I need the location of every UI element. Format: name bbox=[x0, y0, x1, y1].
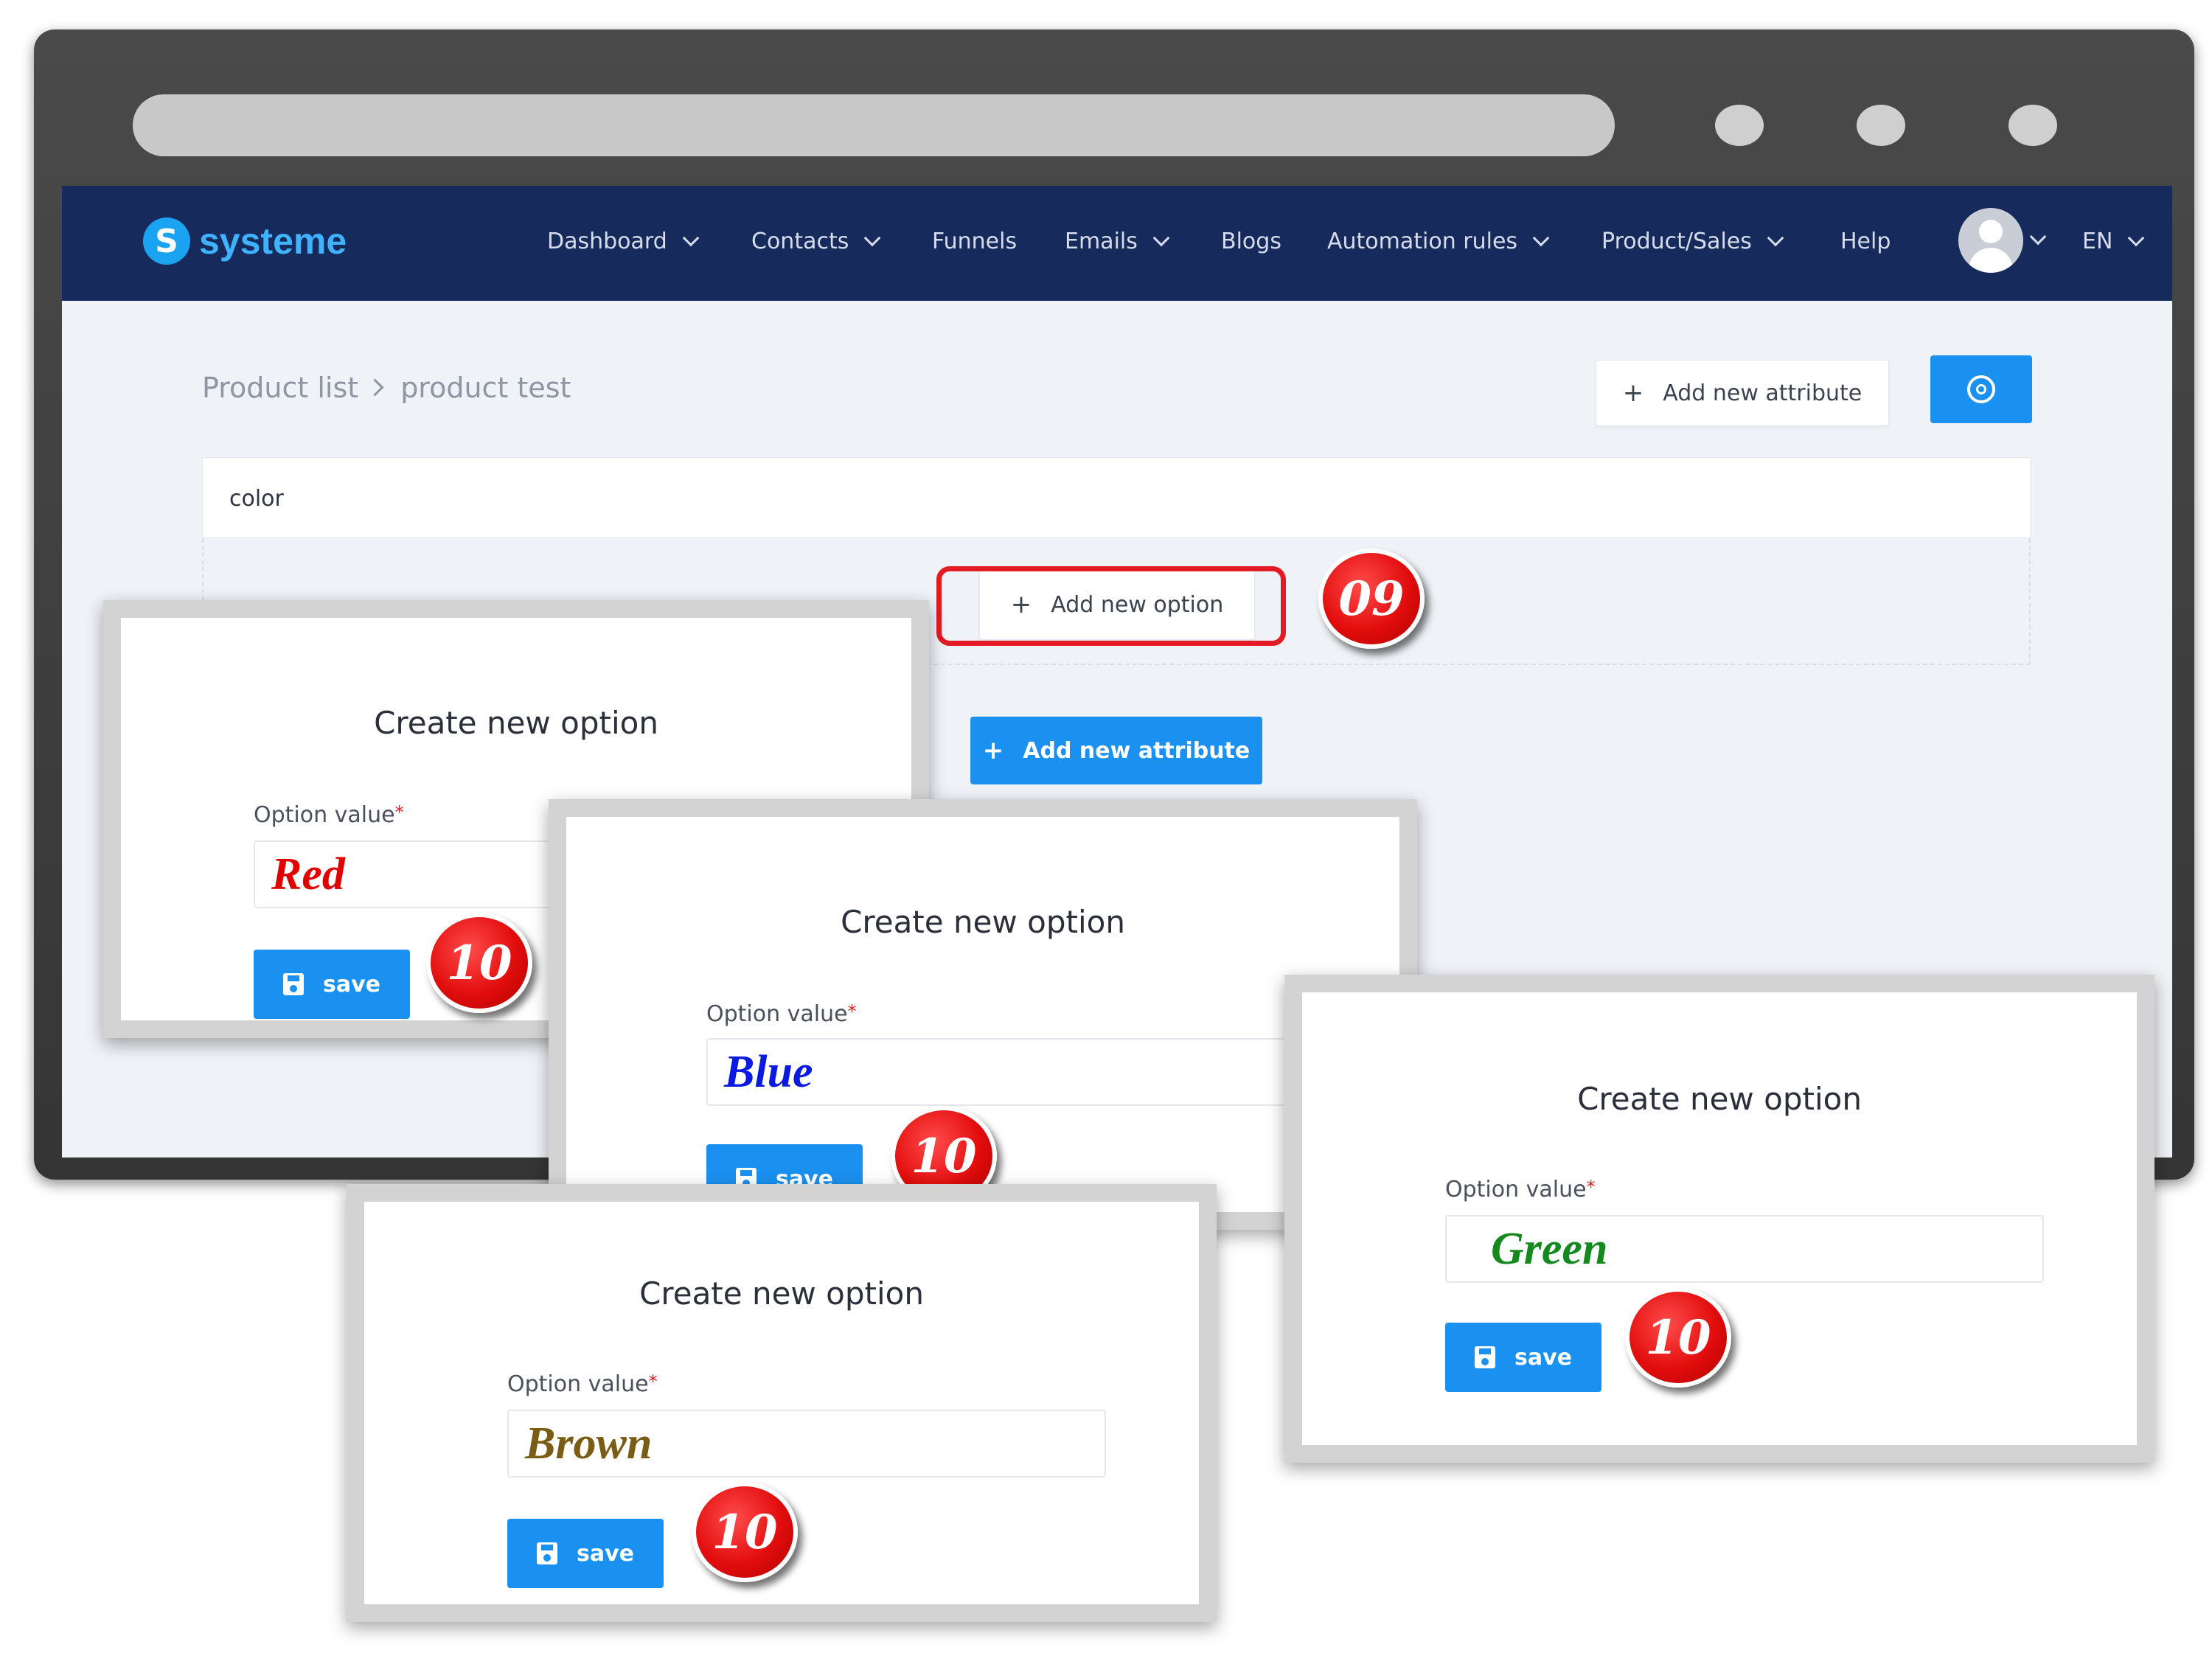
save-disk-icon bbox=[282, 973, 304, 995]
top-navbar: S systeme Dashboard Contacts Funnels Ema… bbox=[62, 186, 2172, 301]
save-button[interactable]: save bbox=[254, 950, 410, 1019]
gear-icon bbox=[1967, 375, 1995, 403]
settings-button[interactable] bbox=[1930, 355, 2032, 423]
chevron-down-icon bbox=[2029, 228, 2047, 246]
nav-item-product-sales[interactable]: Product/Sales bbox=[1601, 229, 1784, 254]
option-value-label: Option value* bbox=[254, 802, 404, 828]
chevron-down-icon bbox=[1532, 229, 1550, 247]
step-badge-10: 10 bbox=[692, 1482, 798, 1582]
window-control-dot[interactable] bbox=[2008, 105, 2057, 146]
save-disk-icon bbox=[1474, 1346, 1495, 1368]
window-control-dot[interactable] bbox=[1857, 105, 1905, 146]
option-value-text: Red bbox=[271, 849, 345, 899]
dialog-title: Create new option bbox=[1577, 1081, 1862, 1117]
nav-item-help[interactable]: Help bbox=[1840, 229, 1891, 254]
save-button[interactable]: save bbox=[1445, 1323, 1601, 1392]
attribute-name: color bbox=[229, 486, 284, 512]
user-avatar[interactable] bbox=[1958, 208, 2023, 273]
plus-icon: + bbox=[982, 736, 1004, 765]
attribute-header: color bbox=[202, 457, 2031, 538]
option-value-label: Option value* bbox=[507, 1371, 658, 1397]
breadcrumb: Product list product test bbox=[202, 372, 571, 404]
language-selector[interactable]: EN bbox=[2082, 229, 2145, 254]
step-badge-10: 10 bbox=[426, 913, 532, 1013]
step-badge-09: 09 bbox=[1318, 549, 1425, 649]
nav-item-funnels[interactable]: Funnels bbox=[932, 229, 1017, 254]
option-value-input[interactable]: Brown bbox=[507, 1410, 1106, 1477]
chevron-down-icon bbox=[864, 229, 881, 247]
chevron-down-icon bbox=[682, 229, 700, 247]
option-value-text: Green bbox=[1491, 1224, 1608, 1274]
save-button[interactable]: save bbox=[507, 1519, 664, 1588]
dialog-title: Create new option bbox=[841, 904, 1125, 940]
chevron-down-icon bbox=[1767, 229, 1784, 247]
breadcrumb-parent-link[interactable]: Product list bbox=[202, 372, 358, 404]
brand-logo[interactable]: S systeme bbox=[143, 215, 347, 267]
breadcrumb-current: product test bbox=[400, 372, 571, 404]
plus-icon: + bbox=[1622, 378, 1644, 408]
option-value-label: Option value* bbox=[1445, 1177, 1596, 1202]
nav-item-emails[interactable]: Emails bbox=[1065, 229, 1170, 254]
logo-icon: S bbox=[143, 217, 190, 265]
step-badge-10: 10 bbox=[1625, 1287, 1731, 1388]
chevron-right-icon bbox=[366, 378, 384, 397]
dialog-title: Create new option bbox=[639, 1275, 924, 1312]
add-new-attribute-button[interactable]: + Add new attribute bbox=[970, 717, 1262, 784]
option-value-label: Option value* bbox=[706, 1001, 857, 1027]
option-value-input[interactable]: Blue bbox=[706, 1038, 1305, 1106]
create-option-dialog-green: Create new option Option value* Green sa… bbox=[1284, 975, 2154, 1463]
nav-item-automation-rules[interactable]: Automation rules bbox=[1327, 229, 1550, 254]
chevron-down-icon bbox=[1152, 229, 1170, 247]
add-attribute-button-top[interactable]: + Add new attribute bbox=[1596, 360, 1889, 426]
avatar-dropdown[interactable] bbox=[2029, 227, 2047, 253]
nav-item-dashboard[interactable]: Dashboard bbox=[547, 229, 700, 254]
highlight-box bbox=[936, 566, 1286, 646]
chevron-down-icon bbox=[2128, 229, 2145, 247]
option-value-input[interactable]: Green bbox=[1445, 1215, 2044, 1283]
save-disk-icon bbox=[536, 1542, 557, 1564]
brand-name: systeme bbox=[199, 220, 347, 262]
address-bar[interactable] bbox=[133, 94, 1615, 156]
nav-item-blogs[interactable]: Blogs bbox=[1221, 229, 1281, 254]
option-value-text: Brown bbox=[525, 1418, 653, 1469]
nav-item-contacts[interactable]: Contacts bbox=[751, 229, 881, 254]
dialog-title: Create new option bbox=[374, 705, 658, 741]
option-value-text: Blue bbox=[724, 1047, 813, 1097]
window-control-dot[interactable] bbox=[1715, 105, 1764, 146]
